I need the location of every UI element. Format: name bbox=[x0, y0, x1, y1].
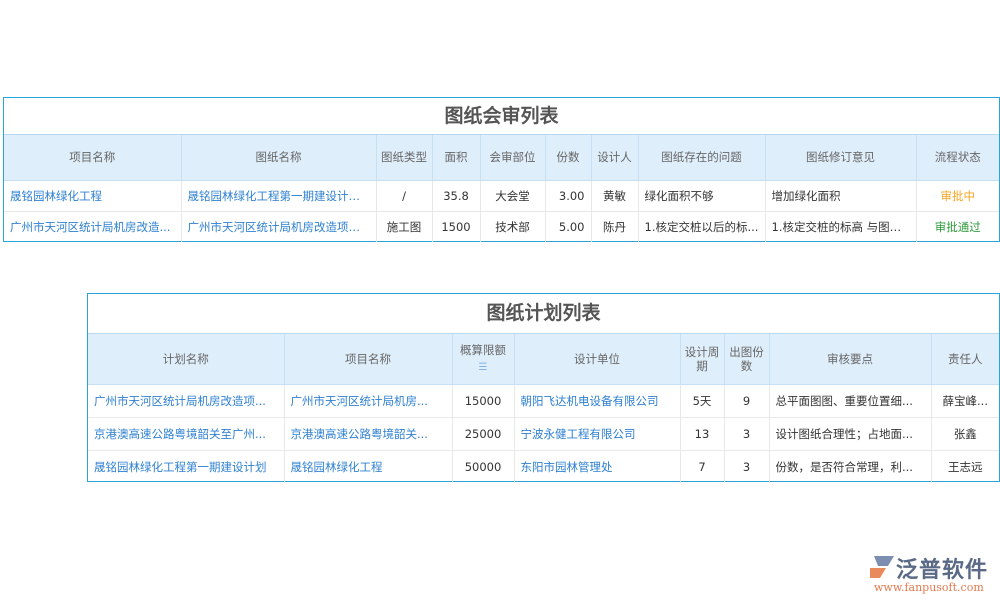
header-label: 计划名称 bbox=[163, 352, 209, 366]
header-label: 审核要点 bbox=[827, 352, 873, 366]
logo-mark-icon bbox=[868, 554, 898, 580]
table-title: 图纸会审列表 bbox=[4, 98, 999, 135]
cell-budget: 25000 bbox=[452, 417, 514, 450]
cell-points: 设计图纸合理性；占地面... bbox=[769, 417, 931, 450]
cell-drawing[interactable]: 广州市天河区统计局机房改造项目... bbox=[181, 211, 376, 242]
cell-project[interactable]: 晟铭园林绿化工程 bbox=[4, 180, 181, 211]
column-header[interactable]: 份数 bbox=[545, 135, 591, 180]
cell-copies: 3.00 bbox=[545, 180, 591, 211]
cell-drawing[interactable]: 晟铭园林绿化工程第一期建设计划... bbox=[181, 180, 376, 211]
cell-revision: 增加绿化面积 bbox=[765, 180, 916, 211]
cell-unit[interactable]: 宁波永健工程有限公司 bbox=[514, 417, 680, 450]
drawing-review-table: 图纸会审列表 项目名称图纸名称图纸类型面积会审部位份数设计人图纸存在的问题图纸修… bbox=[3, 97, 1000, 242]
cell-plan[interactable]: 晟铭园林绿化工程第一期建设计划 bbox=[88, 450, 284, 483]
column-header[interactable]: 项目名称 bbox=[4, 135, 181, 180]
sort-icon[interactable]: ☰ bbox=[479, 362, 488, 373]
column-header[interactable]: 设计单位 bbox=[514, 334, 680, 384]
drawing-plan-table: 图纸计划列表 计划名称 项目名称 概算限额 ☰ 设计单位 设计周期出图份数 审核要点 责任人… bbox=[87, 293, 1000, 482]
cell-copies: 3 bbox=[724, 450, 769, 483]
header-label: 项目名称 bbox=[345, 352, 391, 366]
column-header[interactable]: 图纸名称 bbox=[181, 135, 376, 180]
cell-designer: 陈丹 bbox=[591, 211, 638, 242]
cell-copies: 3 bbox=[724, 417, 769, 450]
cell-issue: 绿化面积不够 bbox=[638, 180, 765, 211]
logo-url: www.fanpusoft.com bbox=[874, 581, 984, 594]
column-header[interactable]: 会审部位 bbox=[480, 135, 545, 180]
cell-part: 大会堂 bbox=[480, 180, 545, 211]
cell-unit[interactable]: 东阳市园林管理处 bbox=[514, 450, 680, 483]
column-header[interactable]: 项目名称 bbox=[284, 334, 452, 384]
cell-type: 施工图 bbox=[376, 211, 432, 242]
cell-designer: 黄敏 bbox=[591, 180, 638, 211]
header-label: 责任人 bbox=[948, 352, 983, 366]
cell-project[interactable]: 晟铭园林绿化工程 bbox=[284, 450, 452, 483]
header-label: 概算限额 bbox=[460, 343, 506, 357]
header-label: 设计单位 bbox=[574, 352, 620, 366]
cell-area: 1500 bbox=[432, 211, 480, 242]
cell-plan[interactable]: 京港澳高速公路粤境韶关至广州... bbox=[88, 417, 284, 450]
cell-plan[interactable]: 广州市天河区统计局机房改造项... bbox=[88, 384, 284, 417]
cell-cycle: 7 bbox=[680, 450, 724, 483]
column-header[interactable]: 计划名称 bbox=[88, 334, 284, 384]
column-header[interactable]: 图纸修订意见 bbox=[765, 135, 916, 180]
cell-part: 技术部 bbox=[480, 211, 545, 242]
column-header[interactable]: 审核要点 bbox=[769, 334, 931, 384]
cell-status: 审批通过 bbox=[916, 211, 999, 242]
header-label: 出图份数 bbox=[729, 345, 764, 373]
column-header[interactable]: 出图份数 bbox=[724, 334, 769, 384]
column-header[interactable]: 面积 bbox=[432, 135, 480, 180]
cell-project[interactable]: 广州市天河区统计局机房改造... bbox=[4, 211, 181, 242]
column-header[interactable]: 设计人 bbox=[591, 135, 638, 180]
cell-cycle: 5天 bbox=[680, 384, 724, 417]
cell-area: 35.8 bbox=[432, 180, 480, 211]
column-header[interactable]: 流程状态 bbox=[916, 135, 999, 180]
column-header[interactable]: 图纸类型 bbox=[376, 135, 432, 180]
cell-project[interactable]: 京港澳高速公路粤境韶关... bbox=[284, 417, 452, 450]
header-label: 设计周期 bbox=[685, 345, 720, 373]
cell-owner: 王志远 bbox=[931, 450, 999, 483]
cell-type: / bbox=[376, 180, 432, 211]
table-row[interactable]: 广州市天河区统计局机房改造项...广州市天河区统计局机房...15000朝阳飞达… bbox=[88, 384, 999, 417]
logo-text: 泛普软件 bbox=[896, 552, 988, 584]
column-header[interactable]: 责任人 bbox=[931, 334, 999, 384]
cell-status: 审批中 bbox=[916, 180, 999, 211]
cell-revision: 1.核定交桩的标高 与图纸... bbox=[765, 211, 916, 242]
cell-owner: 张鑫 bbox=[931, 417, 999, 450]
table-row[interactable]: 晟铭园林绿化工程晟铭园林绿化工程第一期建设计划.../35.8大会堂3.00黄敏… bbox=[4, 180, 999, 211]
cell-issue: 1.核定交桩以后的标... bbox=[638, 211, 765, 242]
cell-budget: 15000 bbox=[452, 384, 514, 417]
column-header[interactable]: 图纸存在的问题 bbox=[638, 135, 765, 180]
cell-copies: 5.00 bbox=[545, 211, 591, 242]
cell-owner: 薛宝峰... bbox=[931, 384, 999, 417]
column-header[interactable]: 设计周期 bbox=[680, 334, 724, 384]
fanpu-logo: 泛普软件 www.fanpusoft.com bbox=[868, 552, 998, 597]
table-title: 图纸计划列表 bbox=[88, 294, 999, 334]
cell-copies: 9 bbox=[724, 384, 769, 417]
table-row[interactable]: 京港澳高速公路粤境韶关至广州...京港澳高速公路粤境韶关...25000宁波永健… bbox=[88, 417, 999, 450]
cell-cycle: 13 bbox=[680, 417, 724, 450]
cell-points: 总平面图图、重要位置细... bbox=[769, 384, 931, 417]
cell-points: 份数，是否符合常理，利... bbox=[769, 450, 931, 483]
cell-project[interactable]: 广州市天河区统计局机房... bbox=[284, 384, 452, 417]
column-header[interactable]: 概算限额 ☰ bbox=[452, 334, 514, 384]
table-row[interactable]: 广州市天河区统计局机房改造...广州市天河区统计局机房改造项目...施工图150… bbox=[4, 211, 999, 242]
cell-unit[interactable]: 朝阳飞达机电设备有限公司 bbox=[514, 384, 680, 417]
cell-budget: 50000 bbox=[452, 450, 514, 483]
table-row[interactable]: 晟铭园林绿化工程第一期建设计划晟铭园林绿化工程50000东阳市园林管理处73份数… bbox=[88, 450, 999, 483]
